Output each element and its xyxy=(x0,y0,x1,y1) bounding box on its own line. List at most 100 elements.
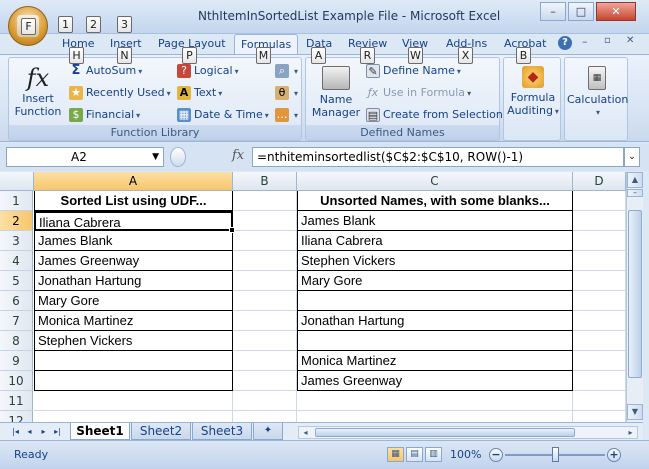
vertical-scrollbar[interactable]: ▲ – ▼ xyxy=(626,172,643,422)
cell[interactable]: Jonathan Hartung xyxy=(34,271,233,291)
insert-worksheet-icon[interactable]: ✦ xyxy=(253,423,283,440)
scroll-right-icon[interactable]: ▸ xyxy=(624,427,637,438)
text-button[interactable]: A Text ▾ xyxy=(177,86,222,100)
cell[interactable] xyxy=(233,271,297,291)
create-from-selection-button[interactable]: ▤ Create from Selection xyxy=(366,108,503,122)
row-header[interactable]: 7 xyxy=(0,311,33,331)
cell[interactable]: Mary Gore xyxy=(34,291,233,311)
cell[interactable]: Monica Martinez xyxy=(34,311,233,331)
lookup-reference-button[interactable]: ⌕ ▾ xyxy=(275,64,298,78)
cell[interactable] xyxy=(233,231,297,251)
zoom-slider-thumb[interactable] xyxy=(552,447,559,462)
date-time-button[interactable]: ▦ Date & Time ▾ xyxy=(177,108,269,122)
cell[interactable] xyxy=(573,331,626,351)
use-in-formula-button[interactable]: ƒx Use in Formula ▾ xyxy=(366,86,471,100)
column-header[interactable]: C xyxy=(297,172,573,191)
row-header[interactable]: 11 xyxy=(0,391,33,411)
column-header[interactable]: B xyxy=(233,172,297,191)
row-header[interactable]: 9 xyxy=(0,351,33,371)
row-header[interactable]: 10 xyxy=(0,371,33,391)
cell[interactable] xyxy=(233,351,297,371)
more-functions-button[interactable]: … ▾ xyxy=(275,108,298,122)
active-cell[interactable]: Iliana Cabrera xyxy=(34,211,233,231)
prev-sheet-icon[interactable]: ◂ xyxy=(24,425,35,438)
minimize-button[interactable]: – xyxy=(540,2,566,21)
expand-formula-bar-button[interactable]: ⌄ xyxy=(624,147,640,167)
row-header[interactable]: 5 xyxy=(0,271,33,291)
row-header[interactable]: 2 xyxy=(0,211,33,231)
cell[interactable] xyxy=(233,391,297,411)
cell[interactable] xyxy=(233,191,297,211)
close-button[interactable]: ✕ xyxy=(596,2,636,21)
formula-auditing-button[interactable]: ◆ Formula Auditing ▾ xyxy=(506,66,560,118)
maximize-button[interactable]: □ xyxy=(568,2,594,21)
name-manager-button[interactable]: Name Manager xyxy=(310,66,362,119)
name-box[interactable]: A2 ▼ xyxy=(6,147,164,167)
column-header[interactable]: A xyxy=(34,172,233,191)
cell[interactable] xyxy=(573,351,626,371)
fill-handle[interactable] xyxy=(229,227,235,233)
normal-view-icon[interactable]: ▦ xyxy=(387,447,404,462)
cell[interactable] xyxy=(573,291,626,311)
header-cell[interactable]: Unsorted Names, with some blanks... xyxy=(297,191,573,211)
cell[interactable] xyxy=(573,191,626,211)
split-handle[interactable]: – xyxy=(627,189,643,197)
cell[interactable]: James Blank xyxy=(34,231,233,251)
insert-function-button[interactable]: fx Insert Function xyxy=(13,64,63,118)
formula-input[interactable]: =nthiteminsortedlist($C$2:$C$10, ROW()-1… xyxy=(252,147,624,167)
cell[interactable]: James Greenway xyxy=(34,251,233,271)
cell[interactable] xyxy=(233,371,297,391)
restore-window-icon[interactable]: ▫ xyxy=(604,35,611,46)
column-header[interactable]: D xyxy=(573,172,626,191)
horizontal-scrollbar[interactable]: ◂ ▸ xyxy=(298,426,638,439)
scroll-left-icon[interactable]: ◂ xyxy=(299,427,312,438)
cell[interactable] xyxy=(34,371,233,391)
sheet-tab-sheet3[interactable]: Sheet3 xyxy=(192,423,252,440)
sheet-tab-sheet2[interactable]: Sheet2 xyxy=(131,423,191,440)
cell[interactable]: Stephen Vickers xyxy=(297,251,573,271)
cell[interactable] xyxy=(573,231,626,251)
cell[interactable] xyxy=(297,291,573,311)
cell[interactable] xyxy=(573,311,626,331)
cell[interactable]: James Greenway xyxy=(297,371,573,391)
cell[interactable] xyxy=(297,391,573,411)
next-sheet-icon[interactable]: ▸ xyxy=(38,425,49,438)
calculation-button[interactable]: ▦ Calculation ▾ xyxy=(567,66,628,119)
select-all-corner[interactable] xyxy=(0,172,34,191)
cell[interactable]: Iliana Cabrera xyxy=(297,231,573,251)
cell[interactable] xyxy=(34,391,233,411)
cell[interactable] xyxy=(34,351,233,371)
row-header[interactable]: 4 xyxy=(0,251,33,271)
horizontal-scroll-thumb[interactable] xyxy=(315,428,575,437)
cell[interactable] xyxy=(233,251,297,271)
page-layout-view-icon[interactable]: ▤ xyxy=(406,447,423,462)
help-icon[interactable]: ? xyxy=(558,36,572,50)
recently-used-button[interactable]: ★ Recently Used ▾ xyxy=(69,86,171,100)
page-break-view-icon[interactable]: ▥ xyxy=(425,447,442,462)
zoom-level[interactable]: 100% xyxy=(450,448,481,461)
cell[interactable] xyxy=(573,371,626,391)
cell[interactable] xyxy=(573,391,626,411)
cell[interactable] xyxy=(233,291,297,311)
cell[interactable] xyxy=(233,211,297,231)
cell[interactable]: Monica Martinez xyxy=(297,351,573,371)
row-header[interactable]: 1 xyxy=(0,191,33,211)
logical-button[interactable]: ? Logical ▾ xyxy=(177,64,239,78)
cell[interactable] xyxy=(297,331,573,351)
row-header[interactable]: 8 xyxy=(0,331,33,351)
office-button[interactable]: ◆ F xyxy=(8,6,48,46)
cell[interactable]: James Blank xyxy=(297,211,573,231)
restore-icon[interactable]: – xyxy=(582,35,588,48)
close-workbook-icon[interactable]: ✕ xyxy=(626,35,634,46)
chevron-down-icon[interactable]: ▼ xyxy=(152,148,159,166)
define-name-button[interactable]: ✎ Define Name ▾ xyxy=(366,64,461,78)
cell[interactable] xyxy=(573,271,626,291)
row-header[interactable]: 6 xyxy=(0,291,33,311)
vertical-scroll-thumb[interactable] xyxy=(628,210,642,378)
row-header[interactable]: 3 xyxy=(0,231,33,251)
last-sheet-icon[interactable]: ▸| xyxy=(52,425,63,438)
first-sheet-icon[interactable]: |◂ xyxy=(10,425,21,438)
autosum-button[interactable]: Σ AutoSum ▾ xyxy=(69,64,143,78)
financial-button[interactable]: $ Financial ▾ xyxy=(69,108,140,122)
insert-function-fx-button[interactable]: fx xyxy=(232,148,244,163)
